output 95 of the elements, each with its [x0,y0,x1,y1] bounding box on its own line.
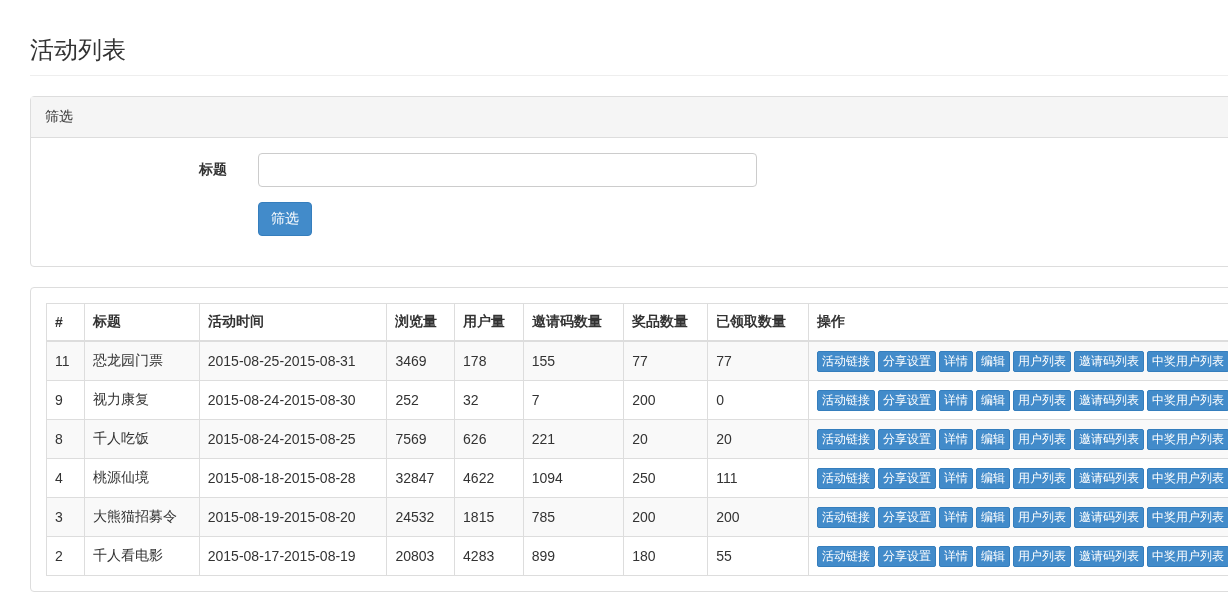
table-cell: 200 [623,380,708,420]
table-cell: 2015-08-17-2015-08-19 [199,536,387,576]
action-button[interactable]: 分享设置 [877,467,936,489]
table-cell: 626 [454,419,524,459]
table-cell: 200 [707,497,809,537]
action-button[interactable]: 分享设置 [877,506,936,528]
action-button[interactable]: 用户列表 [1012,467,1071,489]
action-button[interactable]: 详情 [938,350,973,372]
table-cell: 2 [46,536,85,576]
table-cell: 55 [707,536,809,576]
field-label: 标题 [198,161,227,179]
table-cell: 32847 [386,458,455,498]
table-cell: 155 [523,341,624,381]
table-cell: 恐龙园门票 [84,341,200,381]
action-button[interactable]: 分享设置 [877,428,936,450]
table-cell: 千人看电影 [84,536,200,576]
table-cell: 250 [623,458,708,498]
action-button[interactable]: 活动链接 [816,506,875,528]
table-cell: 3 [46,497,85,537]
table-cell: 3469 [386,341,455,381]
table-cell: 7569 [386,419,455,459]
panel-heading: 筛选 [31,97,1228,138]
table-cell: 9 [46,380,85,420]
action-button[interactable]: 中奖用户列表 [1146,350,1228,372]
table-cell: 20 [707,419,809,459]
action-button[interactable]: 邀请码列表 [1073,467,1144,489]
table-cell: 200 [623,497,708,537]
action-button[interactable]: 邀请码列表 [1073,350,1144,372]
action-button[interactable]: 邀请码列表 [1073,428,1144,450]
action-button[interactable]: 用户列表 [1012,506,1071,528]
table-cell: 4622 [454,458,524,498]
action-button[interactable]: 编辑 [975,428,1010,450]
table-cell: 0 [707,380,809,420]
action-button[interactable]: 编辑 [975,467,1010,489]
action-button[interactable]: 邀请码列表 [1073,389,1144,411]
action-button[interactable]: 用户列表 [1012,350,1071,372]
action-button[interactable]: 用户列表 [1012,428,1071,450]
table-cell: 221 [523,419,624,459]
action-button[interactable]: 编辑 [975,389,1010,411]
table-cell: 252 [386,380,455,420]
action-button[interactable]: 中奖用户列表 [1146,389,1228,411]
action-button[interactable]: 中奖用户列表 [1146,506,1228,528]
action-button[interactable]: 中奖用户列表 [1146,545,1228,567]
table-cell: 8 [46,419,85,459]
action-button[interactable]: 详情 [938,506,973,528]
action-button[interactable]: 详情 [938,428,973,450]
table-cell: 2015-08-24-2015-08-25 [199,419,387,459]
table-cell: 899 [523,536,624,576]
table-cell: 桃源仙境 [84,458,200,498]
action-button[interactable]: 编辑 [975,545,1010,567]
table-cell: 32 [454,380,524,420]
table-cell: 2015-08-19-2015-08-20 [199,497,387,537]
table-cell: 4 [46,458,85,498]
action-button[interactable]: 用户列表 [1012,545,1071,567]
table-cell: 1094 [523,458,624,498]
action-button[interactable]: 编辑 [975,350,1010,372]
table-cell: 视力康复 [84,380,200,420]
action-button[interactable]: 活动链接 [816,545,875,567]
table-cell: 77 [623,341,708,381]
table-cell: 7 [523,380,624,420]
table-cell: 大熊猫招募令 [84,497,200,537]
table-cell: 20803 [386,536,455,576]
table-cell: 24532 [386,497,455,537]
page-title: 活动列表 [30,0,1228,76]
action-button[interactable]: 中奖用户列表 [1146,428,1228,450]
action-button[interactable]: 邀请码列表 [1073,545,1144,567]
action-button[interactable]: 活动链接 [816,389,875,411]
table-cell: 2015-08-18-2015-08-28 [199,458,387,498]
action-button[interactable]: 活动链接 [816,467,875,489]
action-button[interactable]: 详情 [938,389,973,411]
table-cell: 4283 [454,536,524,576]
action-button[interactable]: 活动链接 [816,428,875,450]
table-cell: 20 [623,419,708,459]
action-button[interactable]: 活动链接 [816,350,875,372]
action-button[interactable]: 分享设置 [877,545,936,567]
action-button[interactable]: 用户列表 [1012,389,1071,411]
table-cell: 77 [707,341,809,381]
table-cell: 180 [623,536,708,576]
table-cell: 2015-08-25-2015-08-31 [199,341,387,381]
action-button[interactable]: 详情 [938,467,973,489]
action-button[interactable]: 中奖用户列表 [1146,467,1228,489]
table-cell: 178 [454,341,524,381]
table-cell: 111 [707,458,809,498]
action-button[interactable]: 分享设置 [877,389,936,411]
table-cell: 1815 [454,497,524,537]
table-cell: 千人吃饭 [84,419,200,459]
table-cell: 11 [46,341,85,381]
action-button[interactable]: 编辑 [975,506,1010,528]
action-button[interactable]: 邀请码列表 [1073,506,1144,528]
table-cell: 785 [523,497,624,537]
action-button[interactable]: 分享设置 [877,350,936,372]
action-button[interactable]: 详情 [938,545,973,567]
filter-button[interactable]: 筛选 [258,202,312,236]
table-cell: 2015-08-24-2015-08-30 [199,380,387,420]
title-input-field[interactable] [258,153,757,187]
